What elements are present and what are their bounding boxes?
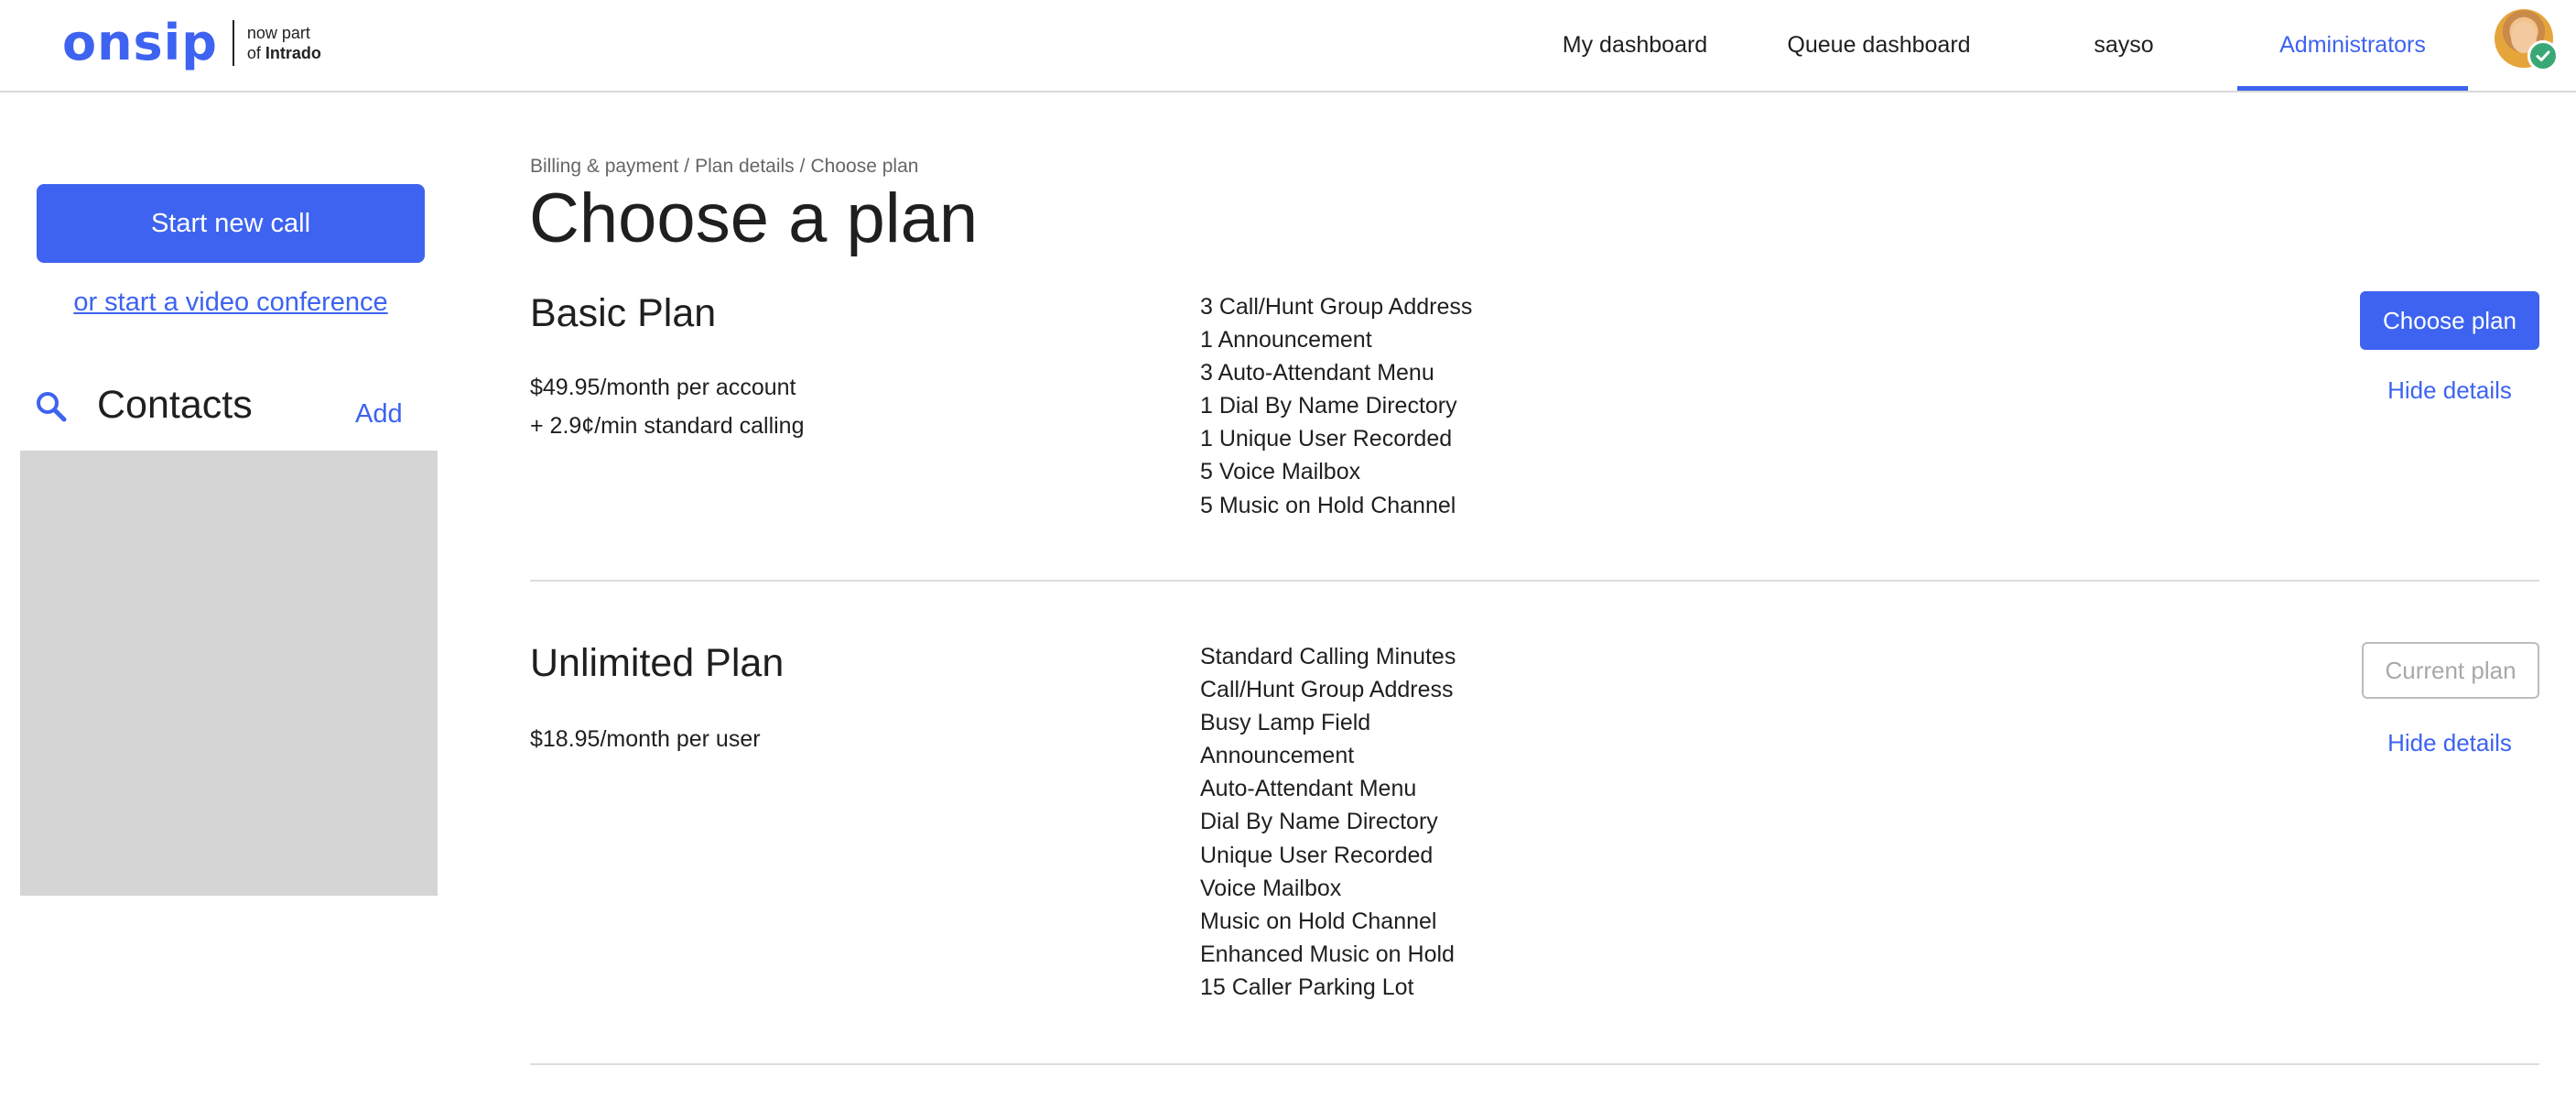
logo-tagline-brand: Intrado [265, 44, 321, 62]
logo-tagline-prefix: of [246, 44, 265, 62]
breadcrumb: Billing & payment / Plan details / Choose pl… [530, 156, 918, 178]
plan-price-basic-line1: $49.95/month per account [530, 375, 796, 400]
hide-details-basic-link[interactable]: Hide details [2360, 376, 2539, 405]
logo-tagline: now part of Intrado [247, 23, 321, 63]
contacts-title: Contacts [97, 383, 253, 427]
plan-features-unlimited: Standard Calling Minutes Call/Hunt Group… [1200, 640, 1456, 1004]
breadcrumb-separator: / [799, 156, 806, 177]
feature-item: 15 Caller Parking Lot [1200, 974, 1414, 1000]
logo-separator [232, 20, 234, 66]
feature-item: Announcement [1200, 743, 1355, 769]
feature-item: 1 Dial By Name Directory [1200, 393, 1457, 419]
plan-features-basic: 3 Call/Hunt Group Address 1 Announcement… [1200, 290, 1472, 522]
nav-administrators[interactable]: Administrators [2237, 0, 2468, 91]
feature-item: Busy Lamp Field [1200, 710, 1371, 736]
feature-item: Dial By Name Directory [1200, 809, 1438, 835]
logo-tagline-line1: now part [246, 24, 310, 42]
feature-item: Enhanced Music on Hold [1200, 941, 1455, 967]
breadcrumb-separator: / [684, 156, 690, 177]
user-avatar[interactable] [2495, 9, 2559, 71]
feature-item: Music on Hold Channel [1200, 908, 1437, 934]
plan-divider [530, 580, 2539, 582]
feature-item: 5 Voice Mailbox [1200, 459, 1361, 485]
plan-divider [530, 1063, 2539, 1065]
choose-plan-button[interactable]: Choose plan [2360, 291, 2539, 350]
feature-item: 1 Announcement [1200, 327, 1372, 354]
feature-item: Auto-Attendant Menu [1200, 776, 1417, 802]
page-title: Choose a plan [529, 180, 979, 257]
hide-details-unlimited-link[interactable]: Hide details [2360, 729, 2539, 757]
add-contact-button[interactable]: Add [355, 399, 403, 430]
feature-item: Standard Calling Minutes [1200, 644, 1456, 669]
online-check-icon [2527, 40, 2559, 71]
plan-price-basic-line2: + 2.9¢/min standard calling [530, 413, 805, 439]
contacts-list-panel[interactable] [20, 451, 438, 896]
breadcrumb-choose-plan: Choose plan [810, 156, 919, 177]
feature-item: 3 Call/Hunt Group Address [1200, 294, 1473, 320]
search-icon[interactable] [33, 388, 70, 425]
feature-item: Voice Mailbox [1200, 875, 1342, 901]
top-header: onsip now part of Intrado My dashboard Q… [0, 0, 2576, 92]
feature-item: 1 Unique User Recorded [1200, 426, 1453, 452]
feature-item: 3 Auto-Attendant Menu [1200, 360, 1434, 386]
start-video-conference-link[interactable]: or start a video conference [37, 288, 425, 318]
onsip-logo[interactable]: onsip now part of Intrado [62, 14, 321, 71]
plan-name-basic: Basic Plan [530, 291, 717, 335]
feature-item: 5 Music on Hold Channel [1200, 492, 1456, 518]
feature-item: Call/Hunt Group Address [1200, 677, 1454, 703]
plan-name-unlimited: Unlimited Plan [530, 641, 785, 685]
breadcrumb-plan-details[interactable]: Plan details [695, 156, 795, 177]
breadcrumb-billing[interactable]: Billing & payment [530, 156, 678, 177]
logo-wordmark: onsip [62, 14, 218, 71]
plan-price-unlimited: $18.95/month per user [530, 726, 761, 752]
nav-sayso[interactable]: sayso [2078, 0, 2170, 91]
current-plan-button: Current plan [2362, 642, 2539, 699]
nav-my-dashboard[interactable]: My dashboard [1547, 0, 1723, 91]
start-new-call-button[interactable]: Start new call [37, 184, 425, 263]
nav-queue-dashboard[interactable]: Queue dashboard [1776, 0, 1982, 91]
feature-item: Unique User Recorded [1200, 842, 1434, 868]
